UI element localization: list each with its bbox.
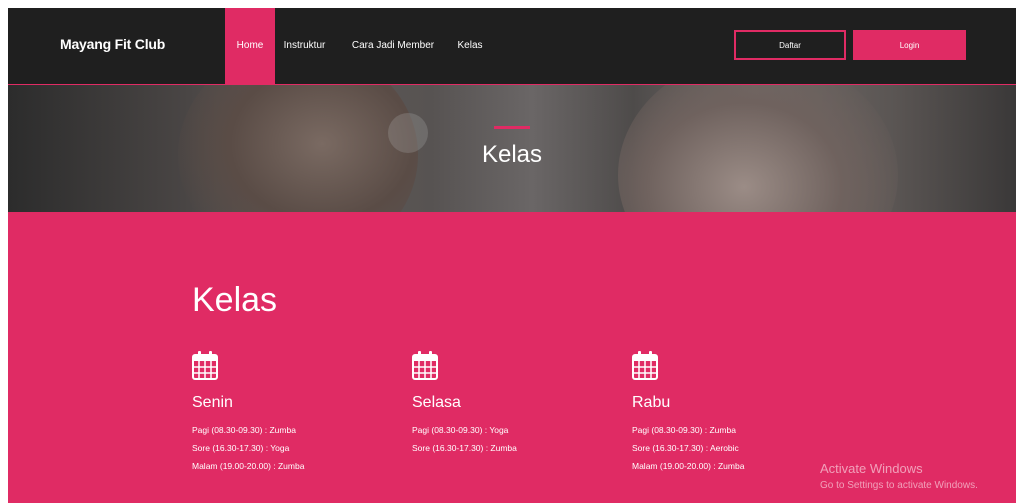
- schedule-item: Malam (19.00-20.00) : Zumba: [632, 461, 745, 471]
- hero-accent-line: [494, 126, 530, 129]
- calendar-icon: [412, 351, 438, 380]
- calendar-icon: [192, 351, 218, 380]
- hero-title: Kelas: [481, 141, 543, 168]
- schedule-item: Malam (19.00-20.00) : Zumba: [192, 461, 305, 471]
- schedule-item: Pagi (08.30-09.30) : Yoga: [412, 425, 509, 435]
- day-card-senin: Senin Pagi (08.30-09.30) : Zumba Sore (1…: [192, 350, 392, 475]
- day-card-rabu: Rabu Pagi (08.30-09.30) : Zumba Sore (16…: [632, 350, 832, 475]
- schedule-item: Pagi (08.30-09.30) : Zumba: [632, 425, 736, 435]
- page-frame: Mayang Fit Club Home Instruktur Cara Jad…: [8, 8, 1016, 503]
- day-name: Senin: [192, 394, 233, 411]
- day-name: Selasa: [412, 394, 461, 411]
- section-title: Kelas: [192, 281, 278, 319]
- nav-link-cara-jadi-member[interactable]: Cara Jadi Member: [348, 8, 438, 84]
- calendar-icon: [632, 351, 658, 380]
- brand-logo[interactable]: Mayang Fit Club: [60, 36, 165, 52]
- activate-windows-subtitle: Go to Settings to activate Windows.: [820, 480, 978, 491]
- day-card-selasa: Selasa Pagi (08.30-09.30) : Yoga Sore (1…: [412, 350, 612, 457]
- activate-windows-title: Activate Windows: [820, 461, 923, 476]
- day-name: Rabu: [632, 394, 671, 411]
- login-button[interactable]: Login: [853, 30, 966, 60]
- schedule-item: Pagi (08.30-09.30) : Zumba: [192, 425, 296, 435]
- nav-link-home[interactable]: Home: [225, 8, 275, 84]
- hero-banner: Kelas: [8, 85, 1016, 212]
- schedule-item: Sore (16.30-17.30) : Yoga: [192, 443, 290, 453]
- navbar: Mayang Fit Club Home Instruktur Cara Jad…: [8, 8, 1016, 85]
- schedule-item: Sore (16.30-17.30) : Aerobic: [632, 443, 739, 453]
- nav-link-instruktur[interactable]: Instruktur: [282, 8, 327, 84]
- nav-link-kelas[interactable]: Kelas: [452, 8, 488, 84]
- daftar-button[interactable]: Daftar: [734, 30, 846, 60]
- schedule-item: Sore (16.30-17.30) : Zumba: [412, 443, 517, 453]
